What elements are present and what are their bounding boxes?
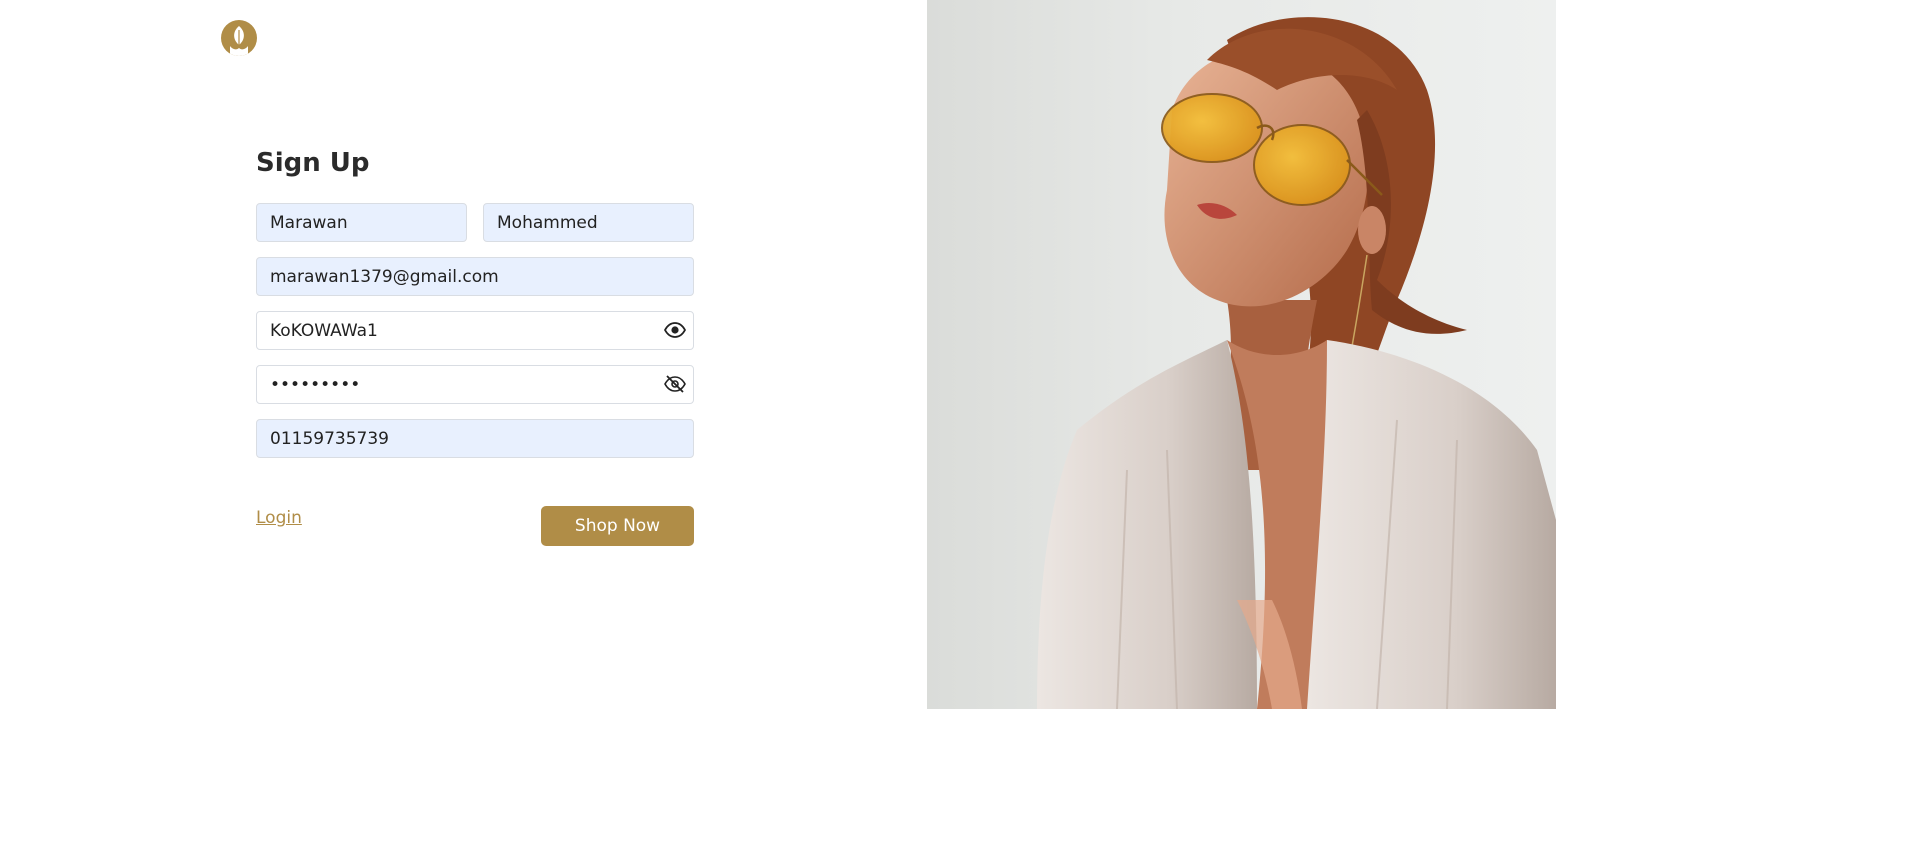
page-title: Sign Up <box>256 148 370 178</box>
eye-slash-icon[interactable] <box>661 373 689 395</box>
brand-logo[interactable] <box>221 20 257 56</box>
hero-image <box>927 0 1556 709</box>
model-photo-illustration <box>1037 17 1556 709</box>
last-name-field[interactable] <box>483 203 694 242</box>
email-field[interactable] <box>256 257 694 296</box>
eye-icon[interactable] <box>661 319 689 341</box>
phone-field[interactable] <box>256 419 694 458</box>
login-link[interactable]: Login <box>256 508 302 528</box>
confirm-password-field[interactable] <box>256 365 694 404</box>
first-name-field[interactable] <box>256 203 467 242</box>
signup-page: Sign Up Login Shop Now <box>0 0 1920 868</box>
password-field[interactable] <box>256 311 694 350</box>
leaf-hand-icon <box>230 26 248 56</box>
shop-now-button[interactable]: Shop Now <box>541 506 694 546</box>
